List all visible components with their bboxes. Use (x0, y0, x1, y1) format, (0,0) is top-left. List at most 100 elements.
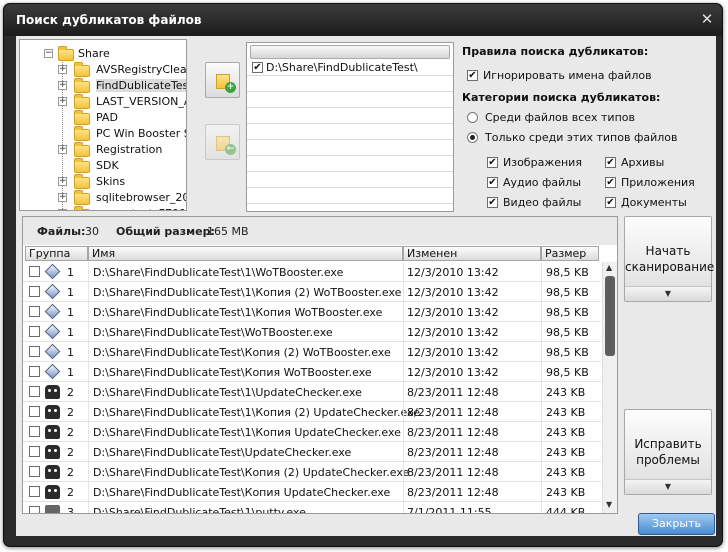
category-checkbox[interactable]: ✔ (605, 157, 616, 168)
column-separator (88, 322, 89, 342)
tree-item[interactable]: + sqlitebrowser_200 (20, 190, 186, 206)
updater-icon (45, 445, 60, 459)
table-row[interactable]: 2 D:\Share\FindDublicateTest\1\UpdateChec… (23, 382, 601, 402)
tree-item[interactable]: − Share (20, 46, 186, 62)
tree-item[interactable]: + Registration (20, 142, 186, 158)
tree-item[interactable]: PAD (20, 110, 186, 126)
row-date: 12/3/2010 13:42 (407, 346, 499, 359)
table-row[interactable]: 1 D:\Share\FindDublicateTest\Копия (2) Wo… (23, 342, 601, 362)
row-checkbox[interactable] (29, 486, 40, 497)
row-checkbox[interactable] (29, 306, 40, 317)
category-checkbox[interactable]: ✔ (487, 157, 498, 168)
row-checkbox[interactable] (29, 266, 40, 277)
row-checkbox[interactable] (29, 506, 40, 513)
start-scan-label: Начать сканирование (625, 244, 715, 274)
table-row[interactable]: 3 D:\Share\FindDublicateTest\1\putty.exe 7… (23, 502, 601, 513)
scroll-thumb[interactable] (605, 276, 615, 356)
radio-all-types[interactable] (467, 112, 478, 123)
selected-folders-list[interactable]: ✔ D:\Share\FindDublicateTest\ (246, 42, 454, 212)
col-name-header[interactable]: Имя (88, 246, 403, 261)
col-group-header[interactable]: Группа (25, 246, 88, 261)
tree-expander-icon[interactable]: + (58, 97, 67, 106)
col-size-header[interactable]: Размер (541, 246, 599, 261)
tree-item[interactable]: + AVSRegistryClean (20, 62, 186, 78)
category-checkbox[interactable]: ✔ (487, 197, 498, 208)
fix-problems-button[interactable]: Исправить проблемы ▼ (624, 409, 712, 495)
add-folder-button[interactable]: + (205, 62, 240, 98)
column-separator (403, 442, 404, 462)
table-row[interactable]: 2 D:\Share\FindDublicateTest\UpdateChecke… (23, 442, 601, 462)
row-name: D:\Share\FindDublicateTest\Копия (2) Upd… (93, 466, 410, 479)
remove-folder-button[interactable]: ← (205, 124, 240, 160)
row-group: 2 (67, 426, 74, 439)
category-checkbox[interactable]: ✔ (487, 177, 498, 188)
tree-item[interactable]: + umprotect_FE001 (20, 206, 186, 210)
table-row[interactable]: 1 D:\Share\FindDublicateTest\Копия WoTBoo… (23, 362, 601, 382)
row-checkbox[interactable] (29, 286, 40, 297)
folder-list-item[interactable]: ✔ D:\Share\FindDublicateTest\ (247, 60, 453, 76)
add-icon: + (225, 82, 236, 93)
tree-item[interactable]: PC Win Booster SD (20, 126, 186, 142)
table-row[interactable]: 2 D:\Share\FindDublicateTest\1\Копия Upda… (23, 422, 601, 442)
start-scan-button[interactable]: Начать сканирование ▼ (624, 216, 715, 302)
rules-title: Правила поиска дубликатов: (462, 45, 649, 58)
row-date: 12/3/2010 13:42 (407, 286, 499, 299)
table-row[interactable]: 1 D:\Share\FindDublicateTest\1\WoTBooster… (23, 262, 601, 282)
scroll-up-icon[interactable]: ▲ (606, 263, 612, 272)
row-size: 243 KB (546, 466, 586, 479)
scan-options-dropdown[interactable]: ▼ (625, 286, 711, 301)
scroll-down-icon[interactable]: ▼ (606, 500, 612, 509)
table-row[interactable]: 2 D:\Share\FindDublicateTest\1\Копия (2) … (23, 402, 601, 422)
row-group: 1 (67, 266, 74, 279)
tree-expander-icon[interactable]: + (58, 177, 67, 186)
close-icon[interactable]: ✕ (698, 10, 716, 28)
results-scrollbar[interactable]: ▲ ▼ (602, 262, 617, 513)
row-size: 444 KB (546, 506, 586, 513)
row-date: 12/3/2010 13:42 (407, 306, 499, 319)
table-row[interactable]: 1 D:\Share\FindDublicateTest\WoTBooster.e… (23, 322, 601, 342)
row-checkbox[interactable] (29, 346, 40, 357)
category-label: Видео файлы (503, 196, 582, 209)
fix-options-dropdown[interactable]: ▼ (625, 479, 711, 494)
folder-checkbox[interactable]: ✔ (252, 62, 263, 73)
tree-expander-icon[interactable]: − (44, 49, 53, 58)
row-checkbox[interactable] (29, 386, 40, 397)
column-separator (88, 382, 89, 402)
row-checkbox[interactable] (29, 466, 40, 477)
table-row[interactable]: 2 D:\Share\FindDublicateTest\Копия Update… (23, 482, 601, 502)
row-checkbox[interactable] (29, 366, 40, 377)
tree-expander-icon[interactable]: + (58, 193, 67, 202)
row-size: 98,5 KB (546, 366, 589, 379)
close-button[interactable]: Закрыть (638, 513, 715, 535)
tree-expander-icon[interactable]: + (58, 209, 67, 210)
tree-expander-icon[interactable]: + (58, 65, 67, 74)
ignore-names-checkbox[interactable]: ✔ (467, 70, 478, 81)
folder-icon (58, 46, 74, 61)
tree-item[interactable]: + LAST_VERSION_A (20, 94, 186, 110)
row-name: D:\Share\FindDublicateTest\UpdateChecker… (93, 446, 352, 459)
column-separator (88, 302, 89, 322)
row-checkbox[interactable] (29, 406, 40, 417)
table-row[interactable]: 1 D:\Share\FindDublicateTest\1\Копия (2) … (23, 282, 601, 302)
tree-item-label: Skins (96, 175, 126, 188)
row-checkbox[interactable] (29, 426, 40, 437)
category-checkbox[interactable]: ✔ (605, 197, 616, 208)
category-label: Изображения (503, 156, 582, 169)
tree-item[interactable]: SDK (20, 158, 186, 174)
folder-tree[interactable]: − Share + AVSRegistryClean + FindDublicateTes… (19, 39, 187, 211)
category-checkbox[interactable]: ✔ (605, 177, 616, 188)
radio-these-types[interactable] (467, 132, 478, 143)
col-modified-header[interactable]: Изменен (403, 246, 541, 261)
table-row[interactable]: 1 D:\Share\FindDublicateTest\1\Копия WoTB… (23, 302, 601, 322)
column-separator (541, 342, 542, 362)
table-row[interactable]: 2 D:\Share\FindDublicateTest\Копия (2) Up… (23, 462, 601, 482)
tree-expander-icon[interactable]: + (58, 145, 67, 154)
empty-row (247, 188, 453, 204)
row-checkbox[interactable] (29, 446, 40, 457)
diamond-icon (44, 263, 61, 280)
row-checkbox[interactable] (29, 326, 40, 337)
tree-item[interactable]: + FindDublicateTest (20, 78, 186, 94)
tree-expander-icon[interactable]: + (58, 81, 67, 90)
tree-item-label: Share (78, 47, 110, 60)
tree-item[interactable]: + Skins (20, 174, 186, 190)
